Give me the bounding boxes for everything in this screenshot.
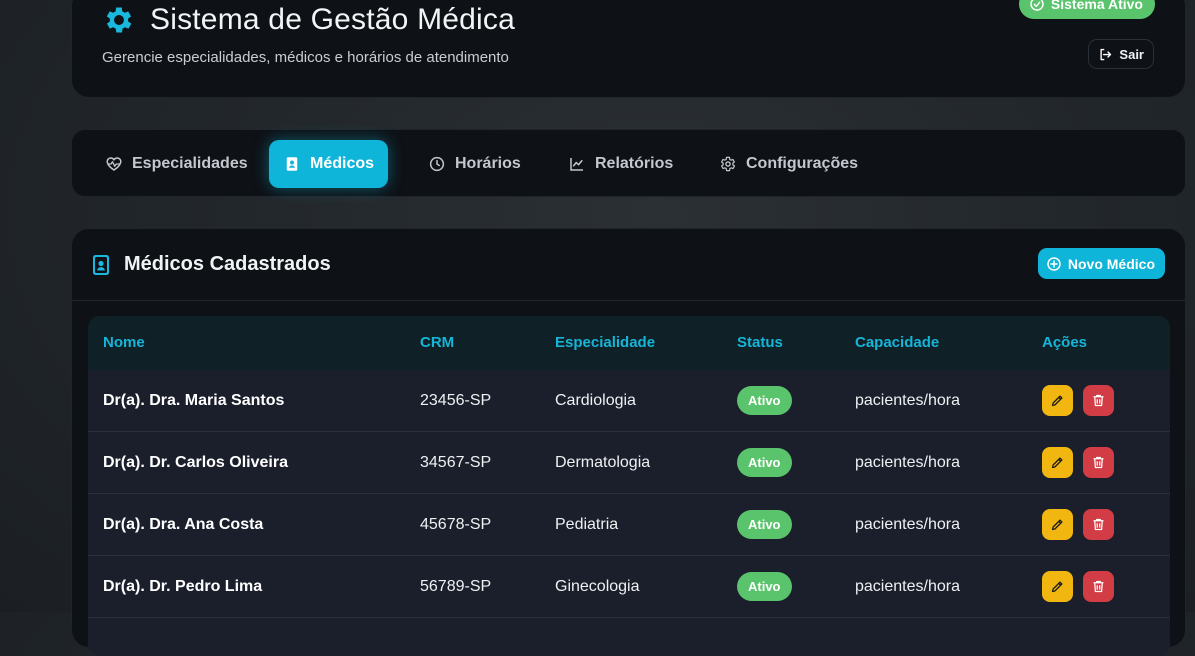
doctor-crm: 45678-SP [420, 516, 492, 533]
doctor-crm: 34567-SP [420, 454, 492, 471]
table-row: Dr(a). Dra. Maria Santos 23456-SP Cardio… [88, 370, 1170, 432]
table-row: Dr(a). Dr. Carlos Oliveira 34567-SP Derm… [88, 432, 1170, 494]
trash-icon [1093, 394, 1104, 407]
doctor-capacity: pacientes/hora [855, 578, 960, 595]
system-status-label: Sistema Ativo [1050, 0, 1143, 12]
tab-relatorios[interactable]: Relatórios [554, 140, 687, 188]
tab-horarios[interactable]: Horários [414, 140, 535, 188]
tab-label: Relatórios [595, 155, 674, 172]
trash-icon [1093, 580, 1104, 593]
doctor-crm: 23456-SP [420, 392, 492, 409]
status-badge: Ativo [737, 572, 792, 601]
column-header-acoes: Ações [1042, 334, 1088, 351]
column-header-status: Status [737, 334, 783, 351]
trash-icon [1093, 518, 1104, 531]
logout-button[interactable]: Sair [1088, 39, 1154, 69]
doctor-specialty: Pediatria [555, 516, 619, 533]
table-row: Dr(a). Dra. Ana Costa 45678-SP Pediatria… [88, 494, 1170, 556]
doctor-capacity: pacientes/hora [855, 516, 960, 533]
delete-button[interactable] [1083, 571, 1114, 602]
delete-button[interactable] [1083, 509, 1114, 540]
doctor-name: Dr(a). Dr. Carlos Oliveira [103, 454, 288, 471]
system-status-badge: Sistema Ativo [1018, 0, 1155, 19]
app-title: Sistema de Gestão Médica [102, 3, 515, 37]
doctors-panel: Médicos Cadastrados Novo Médico Nome CRM… [71, 228, 1186, 656]
doctors-table: Nome CRM Especialidade Status Capacidade… [88, 316, 1170, 656]
id-badge-icon [93, 254, 109, 275]
delete-button[interactable] [1083, 385, 1114, 416]
gear-icon [106, 7, 132, 33]
page-title: Sistema de Gestão Médica [150, 3, 515, 36]
edit-button[interactable] [1042, 447, 1073, 478]
tab-especialidades[interactable]: Especialidades [91, 140, 262, 188]
pencil-icon [1051, 581, 1063, 593]
heart-pulse-icon [106, 157, 122, 171]
new-doctor-label: Novo Médico [1067, 255, 1155, 272]
check-circle-icon [1030, 0, 1044, 11]
panel-title-label: Médicos Cadastrados [124, 253, 331, 275]
pencil-icon [1051, 395, 1063, 407]
edit-button[interactable] [1042, 509, 1073, 540]
panel-header: Médicos Cadastrados Novo Médico [72, 229, 1185, 301]
doctor-specialty: Cardiologia [555, 392, 636, 409]
table-header: Nome CRM Especialidade Status Capacidade… [88, 316, 1170, 370]
delete-button[interactable] [1083, 447, 1114, 478]
doctor-name: Dr(a). Dr. Pedro Lima [103, 578, 263, 595]
status-badge: Ativo [737, 386, 792, 415]
edit-button[interactable] [1042, 571, 1073, 602]
doctor-name: Dr(a). Dra. Maria Santos [103, 392, 285, 409]
status-badge: Ativo [737, 510, 792, 539]
doctor-capacity: pacientes/hora [855, 454, 960, 471]
tab-medicos[interactable]: Médicos [269, 140, 389, 188]
plus-circle-icon [1047, 256, 1061, 271]
clock-icon [429, 156, 445, 172]
trash-icon [1093, 456, 1104, 469]
page-subtitle: Gerencie especialidades, médicos e horár… [102, 49, 509, 66]
doctor-crm: 56789-SP [420, 578, 492, 595]
pencil-icon [1051, 457, 1063, 469]
column-header-crm: CRM [420, 334, 455, 351]
tab-configuracoes[interactable]: Configurações [705, 140, 872, 188]
header-card: Sistema de Gestão Médica Gerencie especi… [71, 0, 1186, 98]
gear-icon [720, 156, 736, 172]
column-header-nome: Nome [103, 334, 145, 351]
edit-button[interactable] [1042, 385, 1073, 416]
tab-label: Médicos [310, 155, 375, 172]
tab-label: Horários [455, 155, 521, 172]
status-badge: Ativo [737, 448, 792, 477]
doctor-specialty: Dermatologia [555, 454, 651, 471]
nav-tabs: Especialidades Médicos Horários Relatóri… [71, 129, 1186, 197]
pencil-icon [1051, 519, 1063, 531]
column-header-capacidade: Capacidade [855, 334, 940, 351]
doctor-specialty: Ginecologia [555, 578, 640, 595]
tab-label: Configurações [746, 155, 859, 172]
column-header-especialidade: Especialidade [555, 334, 656, 351]
doctor-capacity: pacientes/hora [855, 392, 960, 409]
panel-title: Médicos Cadastrados [92, 253, 331, 276]
logout-icon [1100, 48, 1112, 60]
doctor-name: Dr(a). Dra. Ana Costa [103, 516, 264, 533]
id-badge-icon [286, 157, 298, 171]
logout-label: Sair [1119, 46, 1144, 62]
tab-label: Especialidades [132, 155, 248, 172]
table-row: Dr(a). Dr. Pedro Lima 56789-SP Ginecolog… [88, 556, 1170, 618]
new-doctor-button[interactable]: Novo Médico [1037, 248, 1165, 279]
line-chart-icon [570, 158, 583, 171]
